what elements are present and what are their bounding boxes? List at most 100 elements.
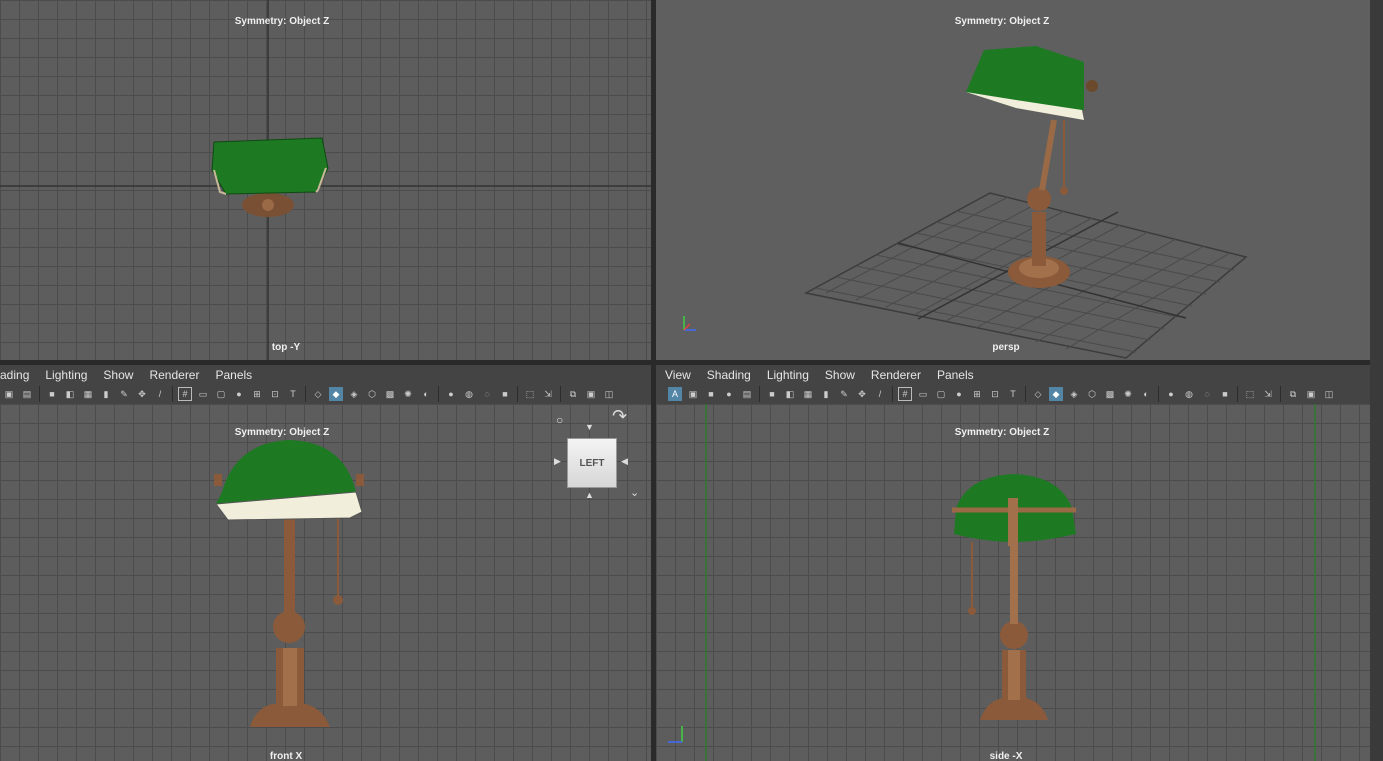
chevron-down-icon[interactable]: ⌄ <box>630 486 639 499</box>
menu-renderer[interactable]: Renderer <box>149 368 199 382</box>
film-icon[interactable]: ▦ <box>81 387 95 401</box>
ambient-occlusion-icon[interactable]: ● <box>1164 387 1178 401</box>
safe-action-icon[interactable]: ⊡ <box>268 387 282 401</box>
pen-icon[interactable]: ✎ <box>837 387 851 401</box>
viewcube-right-arrow-icon[interactable]: ◀ <box>621 456 628 467</box>
depth-of-field-icon[interactable]: ■ <box>1218 387 1232 401</box>
right-edge-panel <box>1370 0 1383 761</box>
front-panel-toolbar: ▣ ▤ ■ ◧ ▦ ▮ ✎ ✥ / # ▭ ▢ ● ⊞ ⊡ T ◇ ◆ ◈ ⬡ … <box>0 384 651 404</box>
antialias-icon[interactable]: ◌ <box>480 387 494 401</box>
viewport-top[interactable]: Symmetry: Object Z top -Y <box>0 0 651 360</box>
light-icon[interactable]: ✺ <box>401 387 415 401</box>
motion-blur-icon[interactable]: ◍ <box>462 387 476 401</box>
field-chart-icon[interactable]: ⊞ <box>250 387 264 401</box>
pen-icon[interactable]: ✎ <box>117 387 131 401</box>
menu-lighting[interactable]: Lighting <box>767 368 809 382</box>
antialias-icon[interactable]: ◌ <box>1200 387 1214 401</box>
bookmark-flag-icon[interactable]: ▮ <box>99 387 113 401</box>
toolbar-separator <box>560 386 561 402</box>
checker-icon[interactable]: ▩ <box>383 387 397 401</box>
bookmark-icon[interactable]: ● <box>722 387 736 401</box>
image-plane-icon[interactable]: ▤ <box>20 387 34 401</box>
viewcube-down-arrow-icon[interactable]: ▲ <box>585 490 594 500</box>
wireframe-icon[interactable]: ◇ <box>1031 387 1045 401</box>
select-camera-icon[interactable]: A <box>668 387 682 401</box>
gate-mask-icon[interactable]: ● <box>232 387 246 401</box>
menu-lighting[interactable]: Lighting <box>45 368 87 382</box>
menu-panels[interactable]: Panels <box>215 368 252 382</box>
image-plane-icon[interactable]: ▤ <box>740 387 754 401</box>
resolution-gate-icon[interactable]: ▢ <box>214 387 228 401</box>
panel-layout-icon[interactable]: ⧉ <box>1286 387 1300 401</box>
menu-panels[interactable]: Panels <box>937 368 974 382</box>
grid-icon[interactable]: # <box>178 387 192 401</box>
gate-mask-icon[interactable]: ● <box>952 387 966 401</box>
menu-show[interactable]: Show <box>103 368 133 382</box>
film-gate-icon[interactable]: ▭ <box>196 387 210 401</box>
panel-layout-icon[interactable]: ⧉ <box>566 387 580 401</box>
safe-title-icon[interactable]: T <box>286 387 300 401</box>
camera-icon[interactable]: ■ <box>765 387 779 401</box>
camera-attr-icon[interactable]: ◧ <box>63 387 77 401</box>
textured-icon[interactable]: ⬡ <box>365 387 379 401</box>
viewcube-left-arrow-icon[interactable]: ▶ <box>554 456 561 467</box>
light-icon[interactable]: ✺ <box>1121 387 1135 401</box>
bookmark-flag-icon[interactable]: ▮ <box>819 387 833 401</box>
depth-of-field-icon[interactable]: ■ <box>498 387 512 401</box>
textured-icon[interactable]: ⬡ <box>1085 387 1099 401</box>
checker-icon[interactable]: ▩ <box>1103 387 1117 401</box>
bookmark-icon[interactable]: ▣ <box>2 387 16 401</box>
panel-toggle-icon[interactable]: ◫ <box>1322 387 1336 401</box>
resolution-gate-icon[interactable]: ▢ <box>934 387 948 401</box>
smooth-shade-icon[interactable]: ◆ <box>1049 387 1063 401</box>
viewport-front[interactable]: LEFT ○ ↷ ⌄ ▼ ▲ ▶ ◀ Symmetry: Object Z fr… <box>0 404 651 761</box>
shadow-icon[interactable]: ◐ <box>419 387 433 401</box>
viewport-divider-horizontal[interactable] <box>0 360 1383 365</box>
home-icon[interactable]: ○ <box>556 413 563 427</box>
grid-icon[interactable]: # <box>898 387 912 401</box>
isolate-select-icon[interactable]: ⬚ <box>1243 387 1257 401</box>
field-chart-icon[interactable]: ⊞ <box>970 387 984 401</box>
side-axis-gizmo <box>668 726 683 743</box>
menu-shading[interactable]: Shading <box>707 368 751 382</box>
smooth-shade-icon[interactable]: ◆ <box>329 387 343 401</box>
wireframe-on-shaded-icon[interactable]: ◈ <box>347 387 361 401</box>
xray-icon[interactable]: ⇲ <box>1261 387 1275 401</box>
camera-attributes-icon[interactable]: ■ <box>704 387 718 401</box>
symmetry-label: Symmetry: Object Z <box>234 427 330 438</box>
menu-shading[interactable]: ading <box>0 368 29 382</box>
viewcube[interactable]: LEFT <box>567 438 617 488</box>
panel-config-icon[interactable]: ▣ <box>584 387 598 401</box>
camera-label: top -Y <box>271 342 301 353</box>
menu-renderer[interactable]: Renderer <box>871 368 921 382</box>
wireframe-on-shaded-icon[interactable]: ◈ <box>1067 387 1081 401</box>
toolbar-separator <box>517 386 518 402</box>
viewcube-up-arrow-icon[interactable]: ▼ <box>585 422 594 432</box>
wireframe-icon[interactable]: ◇ <box>311 387 325 401</box>
safe-title-icon[interactable]: T <box>1006 387 1020 401</box>
ambient-occlusion-icon[interactable]: ● <box>444 387 458 401</box>
film-icon[interactable]: ▦ <box>801 387 815 401</box>
brush-icon[interactable]: / <box>153 387 167 401</box>
toolbar-separator <box>305 386 306 402</box>
safe-action-icon[interactable]: ⊡ <box>988 387 1002 401</box>
xray-icon[interactable]: ⇲ <box>541 387 555 401</box>
film-gate-icon[interactable]: ▭ <box>916 387 930 401</box>
isolate-select-icon[interactable]: ⬚ <box>523 387 537 401</box>
lock-camera-icon[interactable]: ▣ <box>686 387 700 401</box>
camera-icon[interactable]: ■ <box>45 387 59 401</box>
camera-attr-icon[interactable]: ◧ <box>783 387 797 401</box>
menu-view[interactable]: View <box>665 368 691 382</box>
symmetry-label: Symmetry: Object Z <box>234 16 330 27</box>
rotate-arrow-icon[interactable]: ↷ <box>612 406 627 427</box>
brush-icon[interactable]: / <box>873 387 887 401</box>
pan-icon[interactable]: ✥ <box>855 387 869 401</box>
menu-show[interactable]: Show <box>825 368 855 382</box>
pan-icon[interactable]: ✥ <box>135 387 149 401</box>
viewport-side[interactable]: Symmetry: Object Z side -X <box>656 404 1370 761</box>
motion-blur-icon[interactable]: ◍ <box>1182 387 1196 401</box>
panel-toggle-icon[interactable]: ◫ <box>602 387 616 401</box>
panel-config-icon[interactable]: ▣ <box>1304 387 1318 401</box>
shadow-icon[interactable]: ◐ <box>1139 387 1153 401</box>
viewport-persp[interactable]: Symmetry: Object Z persp <box>656 0 1370 360</box>
